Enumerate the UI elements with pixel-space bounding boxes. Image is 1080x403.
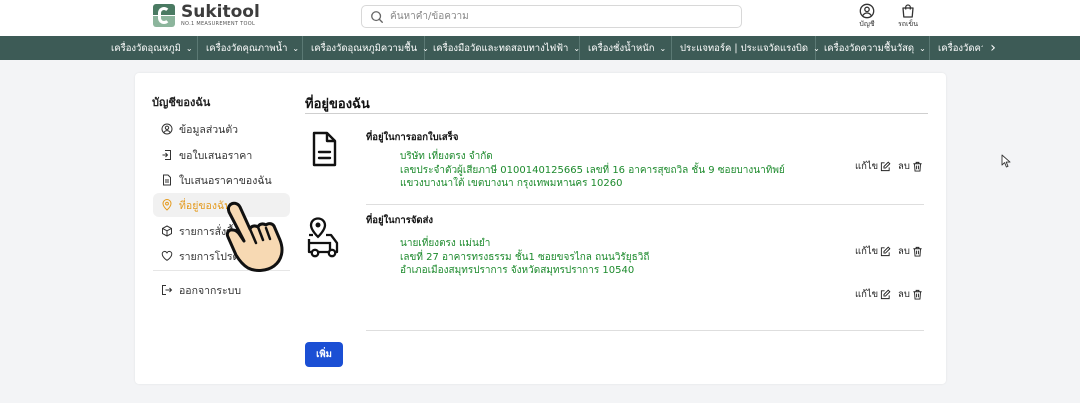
invoice-document-icon	[312, 131, 337, 167]
title-divider	[305, 113, 928, 114]
shipping-address-line: อำเภอเมืองสมุทรปราการ จังหวัดสมุทรปราการ…	[400, 265, 635, 276]
brand-logo[interactable]: Sukitool NO.1 MEASUREMENT TOOL	[153, 4, 260, 28]
chevron-down-icon: ⌄	[185, 43, 193, 53]
nav-next-arrow-icon[interactable]: ›	[983, 36, 1003, 60]
delete-label: ลบ	[898, 161, 910, 172]
add-address-button[interactable]: เพิ่ม	[305, 342, 343, 367]
user-circle-icon	[859, 3, 875, 19]
heart-icon	[161, 250, 173, 261]
shipping-address-line: นายเที่ยงตรง แม่นยำ	[400, 238, 491, 249]
edit-label: แก้ไข	[855, 289, 879, 300]
invoice-address-line: เลขประจำตัวผู้เสียภาษี 0100140125665 เลข…	[400, 164, 785, 176]
nav-item-moisture[interactable]: เครื่องวัดความชื้นวัสดุ ⌄	[816, 36, 930, 60]
chevron-down-icon: ⌄	[292, 43, 300, 53]
nav-item-thermometer[interactable]: เครื่องวัดอุณหภูมิ ⌄	[103, 36, 198, 60]
sidebar-item-profile[interactable]: ข้อมูลส่วนตัว	[153, 117, 290, 141]
section-divider	[366, 330, 924, 331]
invoice-address: บริษัท เที่ยงตรง จำกัด เลขประจำตัวผู้เสี…	[400, 150, 785, 191]
box-icon	[162, 225, 172, 237]
nav-item-scales[interactable]: เครื่องชั่งน้ำหนัก ⌄	[580, 36, 672, 60]
shipping-delete-button-2[interactable]: ลบ	[898, 287, 923, 302]
invoice-address-line: แขวงบางนาใต้ เขตบางนา กรุงเทพมหานคร 1026…	[400, 178, 623, 189]
nav-item-more[interactable]: เครื่องวัดควา	[930, 36, 983, 60]
account-label: บัญชี	[859, 20, 875, 28]
search-icon	[371, 10, 383, 23]
top-header: Sukitool NO.1 MEASUREMENT TOOL บัญชี รถเ…	[0, 0, 1080, 36]
sidebar-item-request-quote[interactable]: ขอใบเสนอราคา	[153, 143, 290, 167]
shipping-address: นายเที่ยงตรง แม่นยำ เลขที่ 27 อาคารทรงธร…	[400, 237, 649, 278]
edit-label: แก้ไข	[855, 161, 879, 172]
shipping-address-line: เลขที่ 27 อาคารทรงธรรม ชั้น1 ซอยขจรไกล ถ…	[400, 251, 650, 263]
shipping-edit-button-2[interactable]: แก้ไข	[855, 287, 891, 302]
shipping-edit-button[interactable]: แก้ไข	[855, 244, 891, 259]
page-title: ที่อยู่ของฉัน	[305, 97, 370, 112]
delete-label: ลบ	[898, 289, 910, 300]
sidebar-title: บัญชีของฉัน	[152, 96, 211, 109]
invoice-address-line: บริษัท เที่ยงตรง จำกัด	[400, 151, 493, 162]
brand-name: Sukitool	[181, 2, 260, 22]
document-icon	[163, 174, 171, 186]
invoice-delete-button[interactable]: ลบ	[898, 159, 923, 174]
nav-item-torque[interactable]: ประแจทอร์ค | ประแจวัดแรงบิด ⌄	[672, 36, 820, 60]
account-button[interactable]: บัญชี	[852, 3, 882, 30]
edit-icon	[881, 161, 891, 172]
arrow-cursor-icon	[1001, 154, 1011, 168]
location-pin-icon	[162, 199, 172, 211]
sidebar-item-logout[interactable]: ออกจากระบบ	[153, 278, 290, 302]
cart-label: รถเข็น	[898, 20, 918, 28]
trash-icon	[913, 289, 922, 300]
shopping-bag-icon	[902, 4, 914, 18]
nav-item-water-quality[interactable]: เครื่องวัดคุณภาพน้ำ ⌄	[198, 36, 303, 60]
trash-icon	[913, 161, 922, 172]
pointing-hand-cursor-icon	[225, 201, 284, 272]
edit-icon	[881, 289, 891, 300]
trash-icon	[913, 246, 922, 257]
nav-item-electrical[interactable]: เครื่องมือวัดและทดสอบทางไฟฟ้า ⌄	[425, 36, 580, 60]
edit-label: แก้ไข	[855, 246, 879, 257]
delivery-truck-icon	[307, 217, 339, 258]
logout-icon	[162, 285, 173, 295]
quote-request-icon	[162, 150, 171, 160]
sidebar-item-label: ข้อมูลส่วนตัว	[179, 123, 239, 136]
section-divider	[366, 204, 924, 205]
logo-mark-icon	[153, 4, 177, 28]
edit-icon	[881, 246, 891, 257]
category-nav: เครื่องวัดอุณหภูมิ ⌄ เครื่องวัดคุณภาพน้ำ ⌄…	[0, 36, 1080, 60]
delete-label: ลบ	[898, 246, 910, 257]
search-input[interactable]	[390, 11, 720, 22]
sidebar-item-my-quotes[interactable]: ใบเสนอราคาของฉัน	[153, 168, 290, 192]
sidebar-item-label: ขอใบเสนอราคา	[179, 149, 253, 162]
brand-tagline: NO.1 MEASUREMENT TOOL	[181, 21, 256, 27]
chevron-down-icon: ⌄	[659, 43, 667, 53]
sidebar-item-label: ออกจากระบบ	[179, 284, 241, 297]
search-box[interactable]	[361, 5, 742, 28]
sidebar-item-label: ใบเสนอราคาของฉัน	[179, 174, 272, 187]
invoice-edit-button[interactable]: แก้ไข	[855, 159, 891, 174]
shipping-delete-button[interactable]: ลบ	[898, 244, 923, 259]
invoice-address-title: ที่อยู่ในการออกใบเสร็จ	[366, 132, 459, 143]
nav-item-humidity[interactable]: เครื่องวัดอุณหภูมิความชื้น ⌄	[303, 36, 429, 60]
chevron-down-icon: ⌄	[919, 43, 926, 53]
shipping-address-title: ที่อยู่ในการจัดส่ง	[366, 215, 434, 226]
user-circle-icon	[161, 123, 173, 135]
cart-button[interactable]: รถเข็น	[893, 3, 923, 30]
